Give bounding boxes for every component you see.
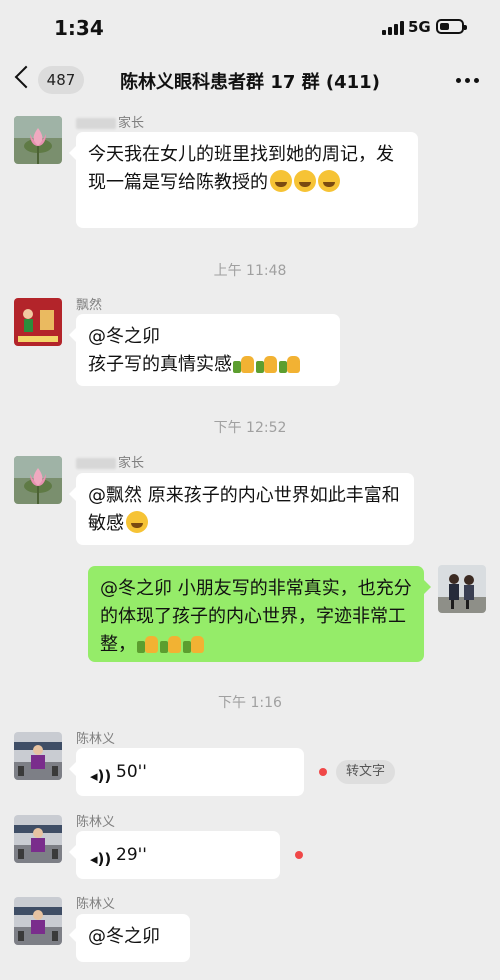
unread-red-dot [295, 851, 303, 859]
laugh-cry-emoji-icon [126, 511, 148, 533]
signal-icon [382, 21, 404, 35]
my-message-bubble[interactable]: @冬之卯 小朋友写的非常真实，也充分的体现了孩子的内心世界，字迹非常工整， [88, 566, 431, 662]
message-bubble[interactable]: @飘然 原来孩子的内心世界如此丰富和敏感 [69, 473, 414, 545]
message-bubble[interactable]: 今天我在女儿的班里找到她的周记，发现一篇是写给陈教授的 [69, 132, 418, 228]
more-icon[interactable] [456, 78, 480, 84]
thumbs-up-emoji-icon [279, 353, 301, 373]
my-avatar[interactable] [438, 565, 486, 613]
timestamp: 上午 11:48 [213, 263, 287, 279]
message-text: 孩子写的真情实感 [88, 354, 232, 375]
status-time: 1:34 [54, 16, 104, 40]
laugh-cry-emoji-icon [270, 170, 292, 192]
transcribe-button[interactable]: 转文字 [336, 760, 396, 784]
timestamp: 下午 1:16 [218, 695, 282, 711]
timestamp: 下午 12:52 [213, 420, 287, 436]
voice-message-bubble[interactable]: ◂)) 29'' [69, 831, 280, 879]
laugh-cry-emoji-icon [318, 170, 340, 192]
chat-title: 陈林义眼科患者群 17 群 (411) [120, 72, 380, 93]
unread-red-dot [319, 768, 327, 776]
network-type: 5G [408, 18, 431, 36]
doctor-photo-avatar-image [14, 815, 62, 863]
avatar-lotus[interactable] [14, 456, 62, 504]
sender-name: 飘然 [76, 298, 103, 313]
doctor-photo-avatar-image [14, 732, 62, 780]
thumbs-up-emoji-icon [137, 633, 159, 653]
sender-name: 陈林义 [76, 732, 116, 747]
voice-duration: 50'' [116, 762, 147, 782]
doctor-photo-avatar-image [14, 897, 62, 945]
thumbs-up-emoji-icon [256, 353, 278, 373]
redacted-name [76, 118, 116, 129]
voice-wave-icon: ◂)) [90, 767, 112, 785]
message-text: 今天我在女儿的班里找到她的周记，发现一篇是写给陈教授的 [88, 144, 394, 193]
thumbs-up-emoji-icon [233, 353, 255, 373]
avatar-chen-linyi[interactable] [14, 897, 62, 945]
lotus-avatar-image [14, 116, 62, 164]
message-text: @冬之卯 [88, 926, 160, 947]
avatar-piaoran[interactable] [14, 298, 62, 346]
avatar-chen-linyi[interactable] [14, 815, 62, 863]
children-photo-avatar-image [438, 565, 486, 613]
redacted-name [76, 458, 116, 469]
sender-name: 家长 [76, 112, 144, 131]
sender-name: 陈林义 [76, 897, 116, 912]
voice-duration: 29'' [116, 845, 147, 865]
message-bubble[interactable]: @冬之卯 孩子写的真情实感 [69, 314, 340, 386]
avatar-chen-linyi[interactable] [14, 732, 62, 780]
voice-wave-icon: ◂)) [90, 850, 112, 868]
status-bar: 1:34 5G [0, 0, 500, 56]
sender-name: 家长 [76, 452, 144, 471]
thumbs-up-emoji-icon [183, 633, 205, 653]
laugh-cry-emoji-icon [294, 170, 316, 192]
mention: @冬之卯 [88, 326, 160, 347]
avatar-lotus[interactable] [14, 116, 62, 164]
thumbs-up-emoji-icon [160, 633, 182, 653]
voice-message-bubble[interactable]: ◂)) 50'' [69, 748, 304, 796]
chat-header: 487 陈林义眼科患者群 17 群 (411) [0, 56, 500, 106]
battery-icon [436, 19, 467, 34]
red-card-avatar-image [14, 298, 62, 346]
lotus-avatar-image [14, 456, 62, 504]
message-bubble[interactable]: @冬之卯 [69, 914, 190, 962]
sender-name: 陈林义 [76, 815, 116, 830]
